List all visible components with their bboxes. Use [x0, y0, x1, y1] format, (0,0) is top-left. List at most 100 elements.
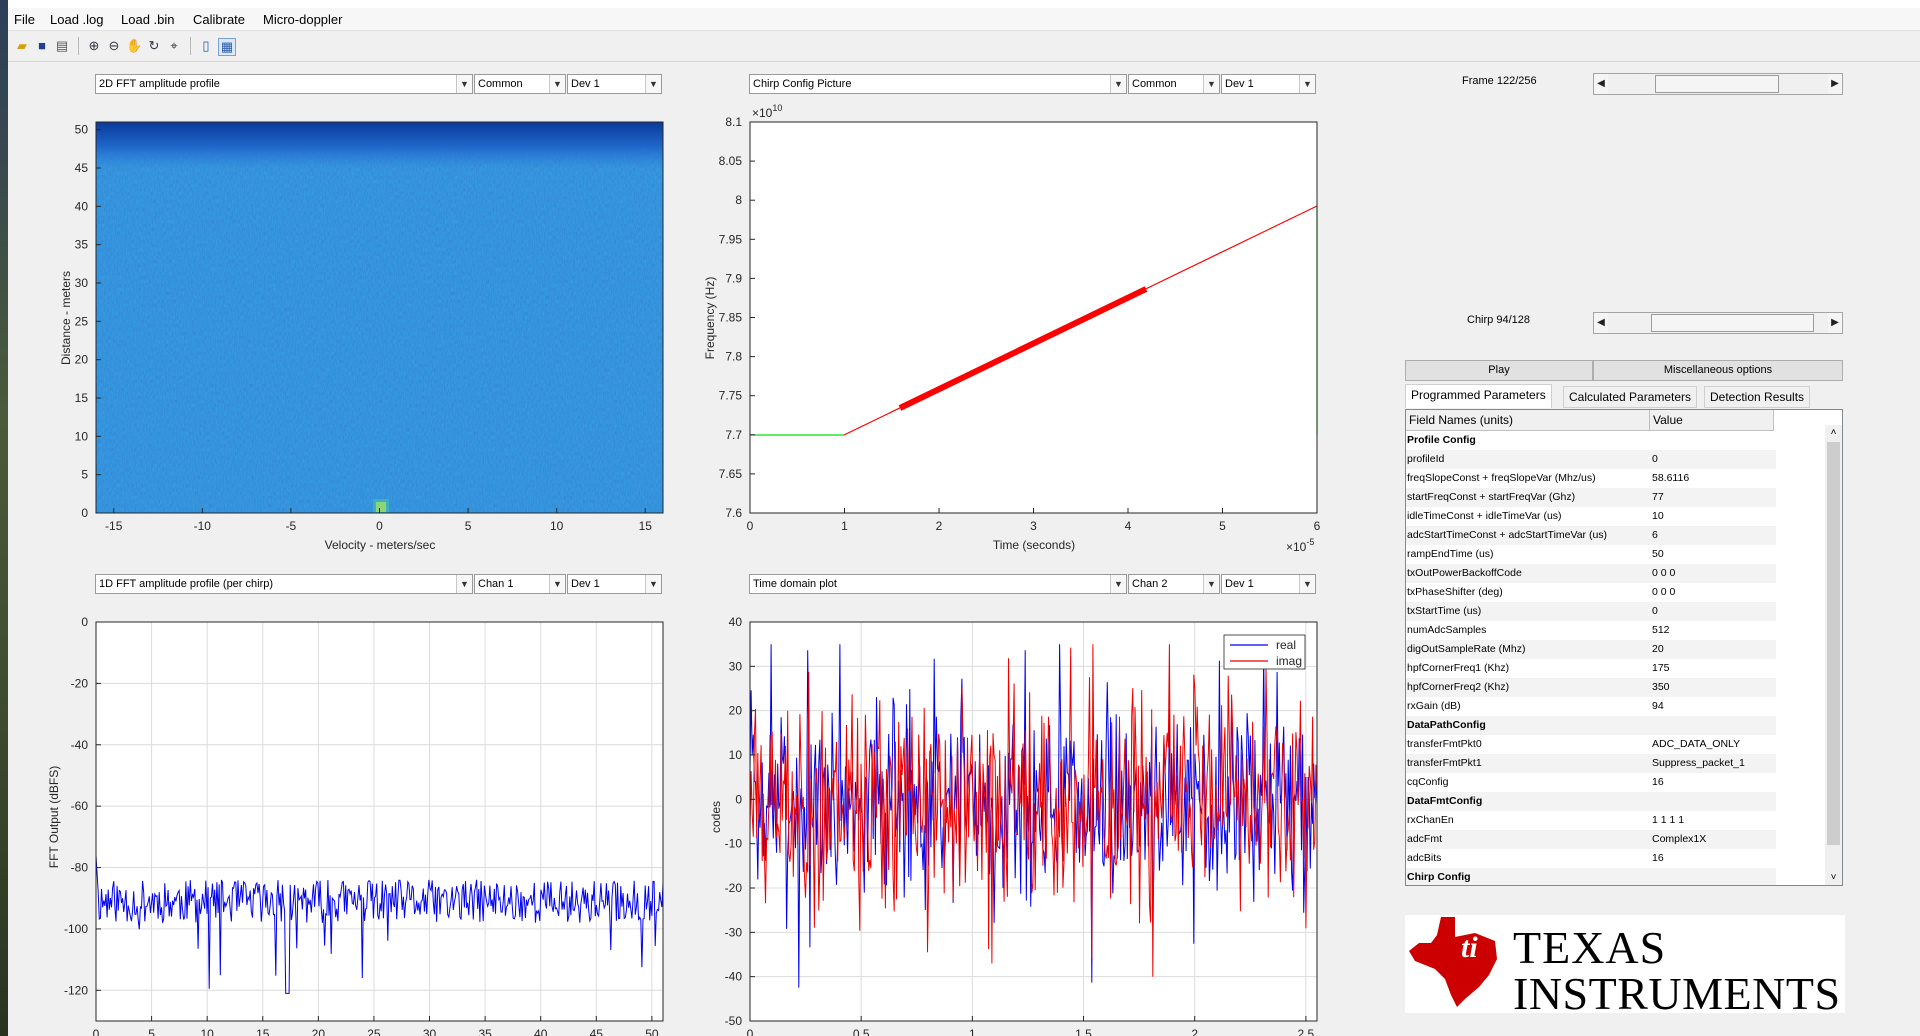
tab-detection-results[interactable]: Detection Results — [1704, 386, 1811, 408]
slider-left-arrow-icon[interactable]: ◀ — [1594, 313, 1608, 333]
table-row[interactable]: rxGain (dB) 94 — [1406, 697, 1773, 716]
table-row[interactable]: rampEndTime (us) 50 — [1406, 545, 1773, 564]
table-row[interactable]: freqSlopeConst + freqSlopeVar (Mhz/us) 58… — [1406, 469, 1773, 488]
plot1-axes[interactable]: -15 -10 -5 0 5 10 15 0 5 10 15 20 25 30 35 40 45 50 — [75, 121, 664, 533]
scroll-up-icon[interactable]: ˄ — [1825, 425, 1842, 440]
tab-calculated-parameters[interactable]: Calculated Parameters — [1563, 386, 1698, 408]
table-row[interactable]: hpfCornerFreq1 (Khz) 175 — [1406, 659, 1773, 678]
y-tick-label: 7.9 — [725, 271, 742, 285]
x-tick-label: 0 — [747, 519, 754, 533]
frame-label: Frame 122/256 — [1462, 75, 1537, 87]
value-cell: ADC_DATA_ONLY — [1652, 738, 1741, 750]
tab-programmed-parameters[interactable]: Programmed Parameters — [1405, 384, 1552, 408]
x-tick-label: 1.5 — [1075, 1027, 1092, 1036]
plot4-axes[interactable]: 0 0.5 1 1.5 2 2.5 40 30 20 10 0 -10 -20 -30 -40 -50 rea… — [725, 615, 1318, 1036]
field-name-cell: DataFmtConfig — [1406, 792, 1650, 811]
table-row[interactable]: Chirp Config — [1406, 868, 1776, 885]
y-tick-label: 20 — [75, 353, 89, 367]
x-tick-label: 5 — [465, 519, 472, 533]
field-name-cell: transferFmtPkt0 — [1407, 738, 1482, 750]
table-row[interactable]: txOutPowerBackoffCode 0 0 0 — [1406, 564, 1776, 583]
field-name-cell: transferFmtPkt1 — [1406, 754, 1650, 773]
column-header-field-names[interactable]: Field Names (units) — [1406, 410, 1650, 431]
x-tick-label: -15 — [105, 519, 123, 533]
y-tick-label: 7.65 — [719, 467, 743, 481]
field-name-cell: hpfCornerFreq2 (Khz) — [1406, 678, 1650, 697]
plot2-x-exponent: ×10-5 — [1286, 537, 1314, 554]
scroll-down-icon[interactable]: ˅ — [1825, 870, 1842, 885]
frame-slider-thumb[interactable] — [1654, 75, 1779, 93]
table-row[interactable]: numAdcSamples 512 — [1406, 621, 1773, 640]
plot3-axes[interactable]: 0 5 10 15 20 25 30 35 40 45 50 0 -20 -40 -60 -80 -100 -12… — [64, 615, 664, 1036]
x-tick-label: 2 — [936, 519, 943, 533]
value-cell: 175 — [1652, 662, 1670, 674]
field-name-cell: txPhaseShifter (deg) — [1407, 586, 1503, 598]
misc-options-button[interactable]: Miscellaneous options — [1593, 360, 1843, 381]
y-tick-label: 20 — [729, 704, 743, 718]
y-tick-label: -20 — [71, 676, 89, 690]
x-tick-label: 0.5 — [853, 1027, 870, 1036]
y-tick-label: 8.05 — [719, 154, 743, 168]
field-name-cell: hpfCornerFreq1 (Khz) — [1407, 662, 1510, 674]
y-tick-label: -50 — [725, 1014, 743, 1028]
value-cell: 0 0 0 — [1649, 564, 1776, 583]
value-cell: 16 — [1652, 776, 1664, 788]
value-cell — [1649, 792, 1776, 811]
plot4-legend[interactable]: real imag — [1223, 634, 1306, 670]
y-tick-label: 30 — [729, 659, 743, 673]
y-tick-label: -100 — [64, 922, 88, 936]
y-tick-label: 7.8 — [725, 350, 742, 364]
y-tick-label: 50 — [75, 123, 89, 137]
y-tick-label: 15 — [75, 391, 89, 405]
column-header-value[interactable]: Value — [1650, 410, 1774, 431]
table-row[interactable]: txStartTime (us) 0 — [1406, 602, 1776, 621]
table-row[interactable]: adcBits 16 — [1406, 849, 1773, 868]
slider-left-arrow-icon[interactable]: ◀ — [1594, 74, 1608, 94]
y-tick-label: -60 — [71, 799, 89, 813]
plot2-background — [750, 122, 1317, 513]
x-tick-label: 20 — [312, 1027, 326, 1036]
table-row[interactable]: profileId 0 — [1406, 450, 1776, 469]
table-row[interactable]: digOutSampleRate (Mhz) 20 — [1406, 640, 1776, 659]
scrollbar-thumb[interactable] — [1827, 442, 1840, 845]
y-tick-label: 40 — [729, 615, 743, 629]
value-cell: 1 1 1 1 — [1652, 814, 1685, 826]
table-row[interactable]: Profile Config — [1406, 431, 1773, 450]
plot2-ylabel: Frequency (Hz) — [703, 277, 717, 360]
y-tick-label: 10 — [729, 748, 743, 762]
legend-imag-label: imag — [1276, 654, 1302, 668]
parameters-table[interactable]: Field Names (units) Value Profile Config… — [1405, 409, 1843, 886]
y-tick-label: 25 — [75, 314, 89, 328]
value-cell: Complex1X — [1649, 830, 1776, 849]
chirp-slider-thumb[interactable] — [1651, 314, 1815, 332]
table-row[interactable]: DataFmtConfig — [1406, 792, 1776, 811]
table-row[interactable]: txPhaseShifter (deg) 0 0 0 — [1406, 583, 1773, 602]
field-name-cell: cqConfig — [1407, 776, 1449, 788]
y-tick-label: 7.6 — [725, 506, 742, 520]
table-row[interactable]: DataPathConfig — [1406, 716, 1776, 735]
table-row[interactable]: rxChanEn 1 1 1 1 — [1406, 811, 1773, 830]
y-tick-label: 8.1 — [725, 115, 742, 129]
field-name-cell: freqSlopeConst + freqSlopeVar (Mhz/us) — [1407, 472, 1596, 484]
value-cell: 512 — [1652, 624, 1670, 636]
table-row[interactable]: hpfCornerFreq2 (Khz) 350 — [1406, 678, 1776, 697]
x-tick-label: 25 — [367, 1027, 381, 1036]
y-tick-label: 10 — [75, 429, 89, 443]
table-row[interactable]: cqConfig 16 — [1406, 773, 1773, 792]
table-scrollbar[interactable]: ˄ ˅ — [1825, 425, 1842, 885]
frame-slider[interactable]: ◀ ▶ — [1593, 73, 1843, 95]
table-row[interactable]: transferFmtPkt0 ADC_DATA_ONLY — [1406, 735, 1773, 754]
plot3-background — [96, 622, 663, 1021]
table-row[interactable]: transferFmtPkt1 Suppress_packet_1 — [1406, 754, 1776, 773]
table-row[interactable]: adcStartTimeConst + adcStartTimeVar (us)… — [1406, 526, 1776, 545]
slider-right-arrow-icon[interactable]: ▶ — [1828, 313, 1842, 333]
play-button[interactable]: Play — [1405, 360, 1593, 381]
table-row[interactable]: adcFmt Complex1X — [1406, 830, 1776, 849]
texas-instruments-logo: ti TEXAS INSTRUMENTS — [1405, 915, 1845, 1019]
slider-right-arrow-icon[interactable]: ▶ — [1828, 74, 1842, 94]
table-row[interactable]: startFreqConst + startFreqVar (Ghz) 77 — [1406, 488, 1776, 507]
plot4-ylabel: codes — [709, 801, 723, 833]
plot2-axes[interactable]: 0 1 2 3 4 5 6 7.6 7.65 7.7 7.75 7.8 7.85 7.9 7.95 8 8.05… — [719, 115, 1321, 533]
chirp-slider[interactable]: ◀ ▶ — [1593, 312, 1843, 334]
table-row[interactable]: idleTimeConst + idleTimeVar (us) 10 — [1406, 507, 1773, 526]
